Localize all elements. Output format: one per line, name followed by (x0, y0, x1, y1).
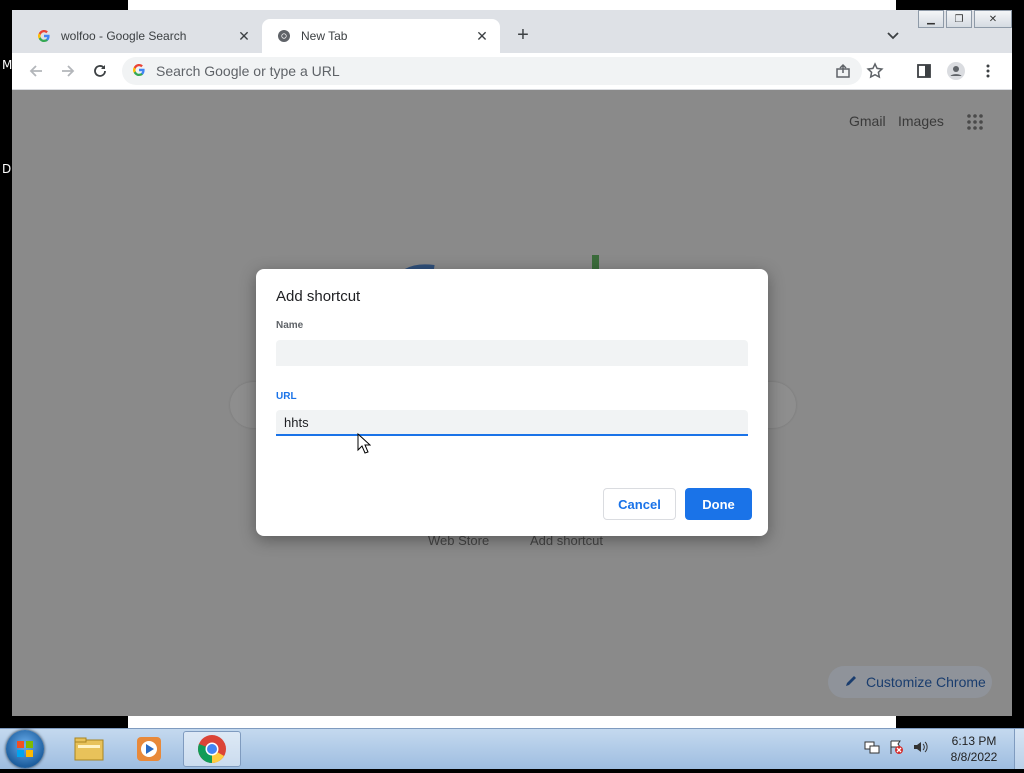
close-icon[interactable]: ✕ (474, 28, 490, 44)
restore-button[interactable]: ❐ (946, 10, 972, 28)
url-field[interactable] (276, 410, 748, 436)
profile-button[interactable] (946, 61, 966, 81)
desktop-icon-label: D (2, 162, 12, 176)
clock-date: 8/8/2022 (950, 750, 998, 764)
omnibox[interactable]: Search Google or type a URL (122, 57, 884, 85)
customize-label: Customize Chrome (866, 674, 986, 690)
arrow-right-icon (62, 65, 75, 77)
chrome-icon (198, 735, 226, 763)
tab-strip: wolfoo - Google Search ✕ New Tab ✕ + ▁ ❐… (12, 10, 1012, 53)
show-desktop-button[interactable] (1014, 729, 1024, 769)
pencil-icon (844, 674, 858, 691)
tab-title: wolfoo - Google Search (61, 29, 187, 43)
kebab-menu-icon (986, 64, 990, 78)
profile-icon (947, 62, 965, 80)
menu-button[interactable] (978, 61, 998, 81)
name-label: Name (276, 320, 304, 331)
done-button[interactable]: Done (685, 488, 752, 520)
explorer-taskbar-button[interactable] (60, 731, 118, 767)
images-link[interactable]: Images (898, 113, 944, 129)
share-icon[interactable] (834, 62, 852, 85)
close-window-button[interactable]: ✕ (974, 10, 1012, 28)
tab-search-button[interactable] (884, 26, 902, 44)
volume-icon[interactable] (912, 739, 928, 755)
url-label: URL (276, 391, 297, 402)
windows-logo-icon (17, 741, 33, 757)
tab-wolfoo-search[interactable]: wolfoo - Google Search ✕ (22, 19, 262, 53)
apps-grid-icon[interactable] (966, 113, 984, 131)
new-tab-button[interactable]: + (512, 24, 534, 46)
reload-icon (94, 65, 106, 77)
bookmark-star-icon[interactable] (866, 62, 884, 85)
back-button[interactable] (26, 61, 46, 81)
side-panel-button[interactable] (914, 61, 934, 81)
desktop-background (128, 716, 896, 728)
dialog-title: Add shortcut (276, 288, 361, 305)
taskbar: 6:13 PM 8/8/2022 (0, 728, 1024, 769)
minimize-button[interactable]: ▁ (918, 10, 944, 28)
side-panel-icon (917, 64, 931, 78)
media-player-icon (137, 737, 161, 761)
google-g-icon (132, 63, 146, 82)
desktop-background (128, 0, 896, 10)
customize-chrome-button[interactable]: Customize Chrome (828, 666, 992, 698)
toolbar: Search Google or type a URL (12, 53, 1012, 90)
chrome-taskbar-button[interactable] (183, 731, 241, 767)
tab-new-tab[interactable]: New Tab ✕ (262, 19, 500, 53)
action-center-flag-icon[interactable] (888, 739, 904, 755)
cancel-button[interactable]: Cancel (603, 488, 676, 520)
close-icon[interactable]: ✕ (236, 28, 252, 44)
add-shortcut-dialog: Add shortcut Name URL Cancel Done (256, 269, 768, 536)
start-button[interactable] (6, 730, 44, 768)
network-icon[interactable] (864, 739, 880, 755)
system-tray (864, 739, 928, 755)
mouse-cursor-icon (357, 432, 372, 460)
media-player-taskbar-button[interactable] (120, 731, 178, 767)
google-g-icon (36, 28, 52, 44)
folder-icon (74, 737, 104, 761)
omnibox-placeholder: Search Google or type a URL (156, 63, 340, 79)
forward-button[interactable] (58, 61, 78, 81)
arrow-left-icon (29, 65, 42, 77)
name-field[interactable] (276, 340, 748, 366)
gmail-link[interactable]: Gmail (849, 113, 886, 129)
chrome-icon (276, 28, 292, 44)
clock[interactable]: 6:13 PM 8/8/2022 (940, 733, 1008, 765)
clock-time: 6:13 PM (951, 734, 997, 748)
reload-button[interactable] (90, 61, 110, 81)
window-controls: ▁ ❐ ✕ (916, 10, 1012, 28)
tab-title: New Tab (301, 29, 348, 43)
desktop-icon-label: M (2, 58, 13, 72)
chevron-down-icon (887, 32, 899, 40)
